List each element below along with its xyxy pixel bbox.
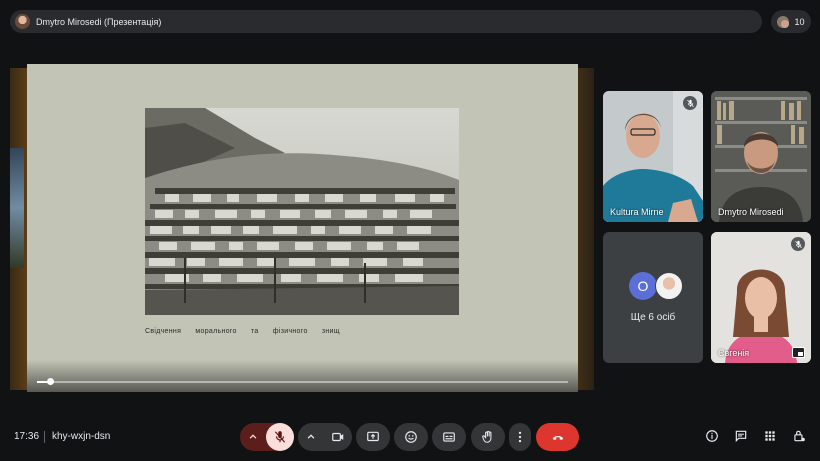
camera-control-group <box>298 423 352 451</box>
mic-off-icon <box>683 96 697 110</box>
participant-video <box>603 91 703 222</box>
participant-tile-yevheniia[interactable]: Євгенія <box>711 232 811 363</box>
more-participants-label: Ще 6 осіб <box>630 312 676 323</box>
progress-track[interactable] <box>37 381 568 383</box>
participants-avatars-icon <box>777 15 790 28</box>
participant-name: Євгенія <box>718 348 750 358</box>
reactions-button[interactable] <box>394 423 428 451</box>
activities-icon <box>764 430 775 441</box>
presentation-slide[interactable]: Свідчення морального та фізичного знищ <box>27 64 578 392</box>
emoji-icon <box>405 431 417 443</box>
camera-icon <box>332 432 344 442</box>
mic-off-icon <box>791 237 805 251</box>
raise-hand-icon <box>482 430 492 443</box>
clock: 17:36 <box>14 431 40 442</box>
present-icon <box>367 431 379 442</box>
camera-toggle-button[interactable] <box>324 430 352 444</box>
activities-button[interactable] <box>762 428 777 443</box>
participant-avatar-initial: O <box>629 272 657 300</box>
chat-button[interactable] <box>733 428 748 443</box>
slide-photo <box>145 108 459 315</box>
more-vert-icon <box>518 431 522 443</box>
chevron-up-icon <box>307 434 315 439</box>
participant-avatar-photo <box>655 272 683 300</box>
meeting-info-button[interactable] <box>704 428 719 443</box>
participant-video <box>711 232 811 363</box>
mic-control-group <box>240 423 294 451</box>
leave-call-button[interactable] <box>536 423 579 451</box>
side-panel-buttons <box>704 428 806 443</box>
presenter-avatar <box>15 14 30 29</box>
more-options-button[interactable] <box>509 423 531 451</box>
host-controls-icon <box>793 430 805 441</box>
captions-button[interactable] <box>432 423 466 451</box>
presenter-bar[interactable]: Dmytro Mirosedi (Презентація) <box>10 10 762 33</box>
slide-caption: Свідчення морального та фізичного знищ <box>145 328 340 335</box>
info-icon <box>705 429 718 442</box>
progress-handle[interactable] <box>47 378 54 385</box>
host-controls-button[interactable] <box>791 428 806 443</box>
raise-hand-button[interactable] <box>471 423 505 451</box>
participant-tile-dmytro[interactable]: Dmytro Mirosedi <box>711 91 811 222</box>
more-participants-tile[interactable]: O Ще 6 осіб <box>603 232 703 363</box>
picture-in-picture-icon[interactable] <box>792 347 805 358</box>
footer-divider <box>44 431 45 443</box>
participant-name: Dmytro Mirosedi <box>718 207 784 217</box>
progress-shade <box>27 360 578 392</box>
participant-name: Kultura Mirne <box>610 207 664 217</box>
participant-count: 10 <box>794 16 805 27</box>
participant-tile-kultura[interactable]: Kultura Mirne <box>603 91 703 222</box>
chat-icon <box>735 430 746 442</box>
participant-video <box>711 91 811 222</box>
end-call-icon <box>552 435 563 440</box>
participants-button[interactable]: 10 <box>771 10 811 33</box>
presenter-title: Dmytro Mirosedi (Презентація) <box>36 16 162 27</box>
video-options-button[interactable] <box>298 430 324 444</box>
mic-toggle-button[interactable] <box>266 423 294 451</box>
meeting-code: khy-wxjn-dsn <box>52 431 111 442</box>
chevron-up-icon <box>249 434 257 439</box>
mic-off-icon <box>274 431 286 443</box>
present-button[interactable] <box>356 423 390 451</box>
audio-options-button[interactable] <box>240 430 266 444</box>
captions-icon <box>443 432 455 442</box>
